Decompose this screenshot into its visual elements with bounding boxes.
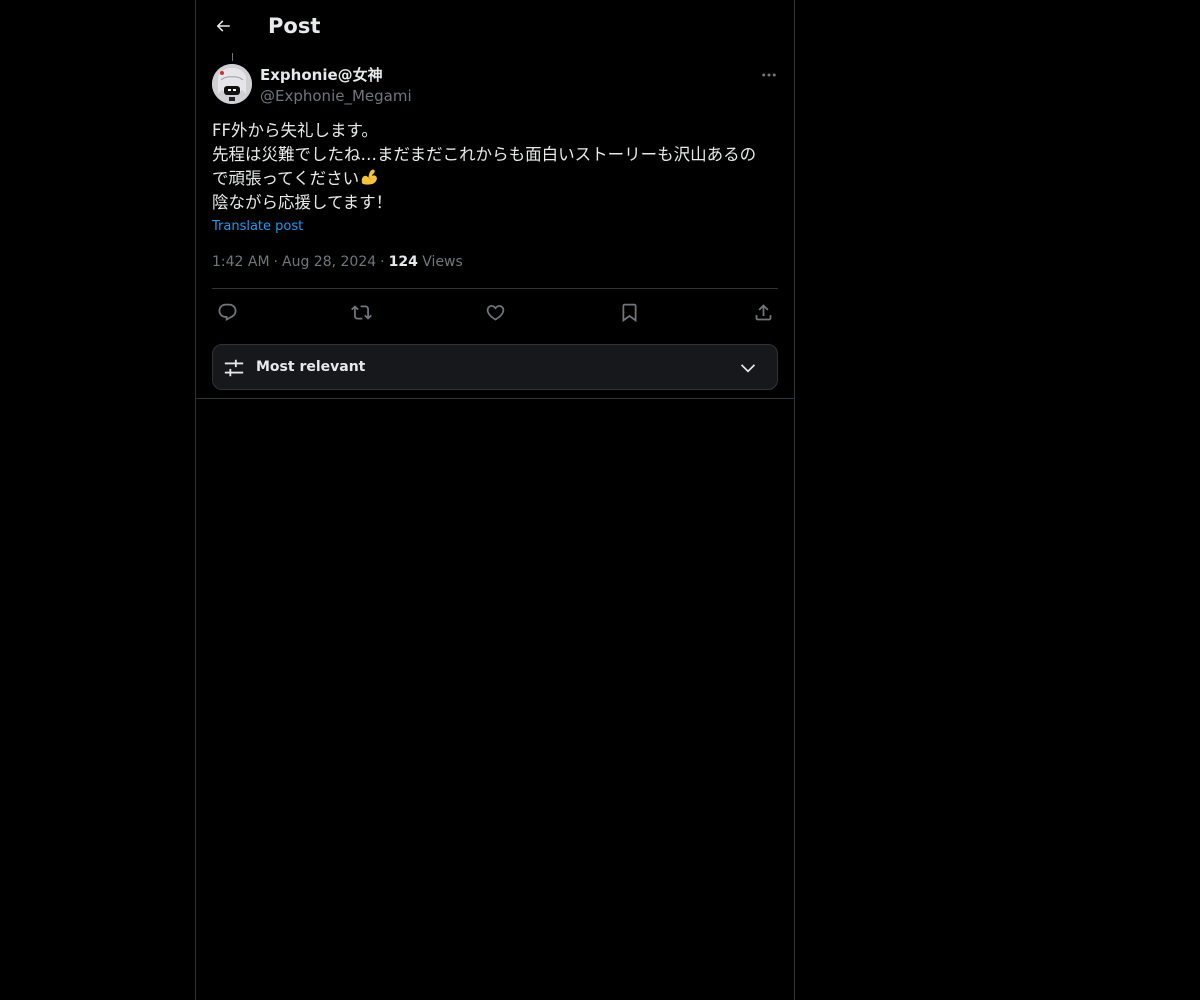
post-text-segment: で頑張ってください [212, 169, 360, 188]
replies-sort-dropdown[interactable]: Most relevant [212, 344, 778, 390]
post-time[interactable]: 1:42 AM [212, 254, 270, 270]
like-button[interactable] [482, 299, 508, 325]
page-header: Post [196, 0, 794, 53]
thread-connector-line [232, 53, 233, 61]
flexed-biceps-icon [361, 169, 378, 185]
chevron-down-icon [740, 364, 756, 373]
more-horizontal-icon [762, 73, 776, 77]
post-text-line: FF外から失礼します。 [212, 121, 378, 140]
more-options-button[interactable] [754, 64, 784, 86]
divider [196, 398, 794, 399]
arrow-left-icon [216, 20, 230, 32]
post-text: FF外から失礼します。 先程は災難でしたね…まだまだこれからも面白いストーリーも… [212, 119, 778, 215]
post-text-line: 先程は災難でしたね…まだまだこれからも面白いストーリーも沢山あるの [212, 145, 757, 164]
back-button[interactable] [208, 11, 238, 41]
repost-button[interactable] [348, 299, 374, 325]
main-column: Post Exphonie@女神 @Exphonie_Megami FF外から失… [195, 0, 795, 1000]
translate-post-link[interactable]: Translate post [212, 218, 303, 236]
views-label: Views [422, 254, 463, 270]
share-icon [755, 303, 771, 320]
post-metadata: 1:42 AM · Aug 28, 2024 · 124 Views [212, 252, 463, 272]
divider [212, 288, 778, 289]
bookmark-button[interactable] [616, 299, 642, 325]
sliders-icon [224, 359, 244, 377]
heart-icon [486, 304, 504, 321]
post-date[interactable]: Aug 28, 2024 [282, 254, 376, 270]
author-display-name[interactable]: Exphonie@女神 [260, 65, 383, 85]
sort-selected-label: Most relevant [256, 359, 366, 375]
repost-icon [350, 304, 372, 320]
avatar[interactable] [212, 64, 252, 104]
author-handle[interactable]: @Exphonie_Megami [260, 86, 412, 106]
reply-icon [218, 303, 236, 321]
page-title: Post [268, 14, 321, 38]
separator: · [380, 254, 385, 270]
bookmark-icon [622, 303, 636, 322]
avatar-image [212, 64, 252, 104]
separator: · [273, 254, 278, 270]
post-text-line: で頑張ってください [212, 167, 778, 191]
share-button[interactable] [750, 299, 776, 325]
reply-button[interactable] [214, 299, 240, 325]
post-text-line: 陰ながら応援してます！ [212, 193, 393, 212]
views-count: 124 [388, 254, 418, 270]
